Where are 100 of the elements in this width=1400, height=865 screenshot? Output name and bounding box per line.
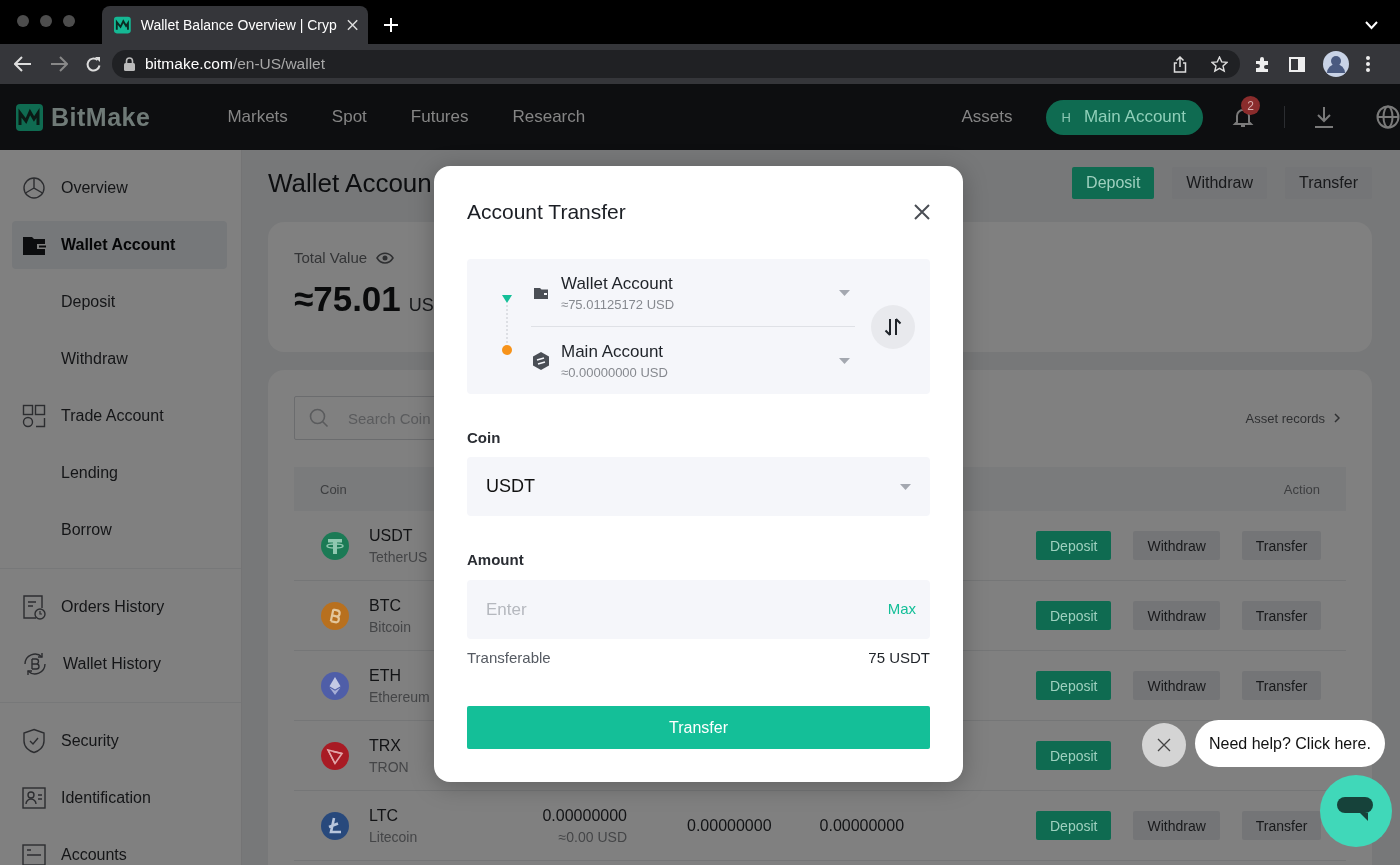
coin-name: Ethereum bbox=[369, 688, 430, 705]
sidebar-icon[interactable] bbox=[1289, 56, 1305, 72]
sidebar-item[interactable]: Orders History bbox=[12, 583, 227, 631]
share-icon[interactable] bbox=[1173, 55, 1187, 73]
tron-coin-icon bbox=[321, 741, 349, 770]
nav-link[interactable]: Markets bbox=[227, 107, 288, 127]
window-minimize-dot[interactable] bbox=[40, 15, 52, 27]
transfer-button[interactable]: Transfer bbox=[467, 706, 930, 749]
coin-symbol: ETH bbox=[369, 666, 402, 685]
shapes-icon bbox=[22, 404, 46, 428]
action-button[interactable]: Transfer bbox=[1241, 671, 1322, 700]
coin-symbol: BTC bbox=[369, 596, 402, 615]
notification-badge: 2 bbox=[1241, 96, 1260, 115]
coin-symbol: TRX bbox=[369, 736, 402, 755]
help-tooltip[interactable]: Need help? Click here. bbox=[1195, 720, 1385, 767]
deposit-button[interactable]: Deposit bbox=[1036, 601, 1112, 630]
lock-icon bbox=[124, 57, 135, 71]
globe-icon[interactable] bbox=[1376, 105, 1400, 129]
profile-avatar[interactable] bbox=[1323, 51, 1349, 77]
tether-coin-icon bbox=[321, 531, 349, 560]
extensions-icon[interactable] bbox=[1254, 55, 1271, 73]
coin-select[interactable]: USDT bbox=[467, 457, 930, 516]
transferable-label: Transferable bbox=[467, 648, 551, 668]
sidebar-item[interactable]: Deposit bbox=[12, 278, 227, 326]
coin-name: Litecoin bbox=[369, 828, 418, 845]
action-button[interactable]: Withdraw bbox=[1133, 601, 1220, 630]
site-favicon bbox=[114, 16, 131, 34]
shield-icon bbox=[22, 728, 46, 754]
sidebar-item[interactable]: Accounts bbox=[12, 831, 227, 865]
total-value-label: Total Value bbox=[294, 249, 368, 266]
field-label: Coin bbox=[467, 428, 502, 448]
window-close-dot[interactable] bbox=[17, 15, 29, 27]
deposit-button[interactable]: Deposit bbox=[1036, 531, 1112, 560]
coin-name: Bitcoin bbox=[369, 618, 412, 635]
nav-link[interactable]: Spot bbox=[331, 107, 367, 127]
coin-cycle-icon bbox=[22, 651, 48, 677]
search-icon bbox=[309, 408, 329, 428]
reload-icon[interactable] bbox=[85, 55, 102, 73]
pie-chart-icon bbox=[22, 176, 46, 200]
back-icon[interactable] bbox=[14, 56, 32, 72]
close-icon bbox=[1157, 738, 1171, 752]
coin-symbol: LTC bbox=[369, 806, 400, 825]
bitcoin-coin-icon bbox=[321, 601, 349, 630]
new-tab-icon[interactable] bbox=[383, 17, 399, 33]
logo-text[interactable]: BitMake bbox=[51, 102, 151, 132]
nav-link[interactable]: Assets bbox=[961, 107, 1013, 127]
to-account-select[interactable]: Main Account ≈0.00000000 USD bbox=[531, 327, 855, 394]
forward-icon[interactable] bbox=[50, 56, 68, 72]
list-card-icon bbox=[22, 844, 46, 865]
total-value: ≈75.01 bbox=[294, 279, 401, 319]
action-button[interactable]: Transfer bbox=[1241, 811, 1322, 840]
ethereum-coin-icon bbox=[321, 671, 349, 700]
nav-link[interactable]: Research bbox=[512, 107, 586, 127]
menu-icon[interactable] bbox=[1366, 56, 1370, 72]
deposit-button[interactable]: Deposit bbox=[1036, 671, 1112, 700]
logo-icon[interactable] bbox=[16, 103, 43, 131]
route-marker-icon bbox=[502, 295, 512, 355]
sidebar-item[interactable]: Trade Account bbox=[12, 392, 227, 440]
sidebar-item[interactable]: Lending bbox=[12, 449, 227, 497]
id-card-icon bbox=[22, 787, 46, 809]
close-icon[interactable] bbox=[914, 204, 930, 220]
sidebar-item[interactable]: Withdraw bbox=[12, 335, 227, 383]
field-label: Amount bbox=[467, 550, 525, 570]
deposit-button[interactable]: Deposit bbox=[1072, 167, 1155, 199]
action-button[interactable]: Transfer bbox=[1241, 531, 1322, 560]
column-header: Action bbox=[1283, 481, 1320, 497]
window-zoom-dot[interactable] bbox=[63, 15, 75, 27]
eye-icon[interactable] bbox=[376, 251, 395, 264]
sidebar-item[interactable]: Security bbox=[12, 717, 227, 765]
action-button[interactable]: Withdraw bbox=[1133, 671, 1220, 700]
sidebar-item[interactable]: Overview bbox=[12, 164, 227, 212]
transferable-value: 75 USDT bbox=[868, 648, 930, 668]
sidebar-item[interactable]: Borrow bbox=[12, 506, 227, 554]
page-title: Wallet Accoun bbox=[268, 167, 433, 199]
sidebar-item[interactable]: Wallet Account bbox=[12, 221, 227, 269]
nav-link[interactable]: Futures bbox=[410, 107, 469, 127]
sidebar-item[interactable]: Wallet History bbox=[12, 640, 227, 688]
coin-name: TetherUS bbox=[369, 548, 428, 565]
asset-records-link[interactable]: Asset records bbox=[1245, 410, 1325, 426]
currency-unit: US bbox=[408, 295, 434, 316]
table-cell: 0.00000000 bbox=[819, 816, 905, 835]
star-icon[interactable] bbox=[1211, 55, 1228, 73]
chevron-down-icon[interactable] bbox=[1365, 21, 1378, 30]
action-button[interactable]: Withdraw bbox=[1133, 811, 1220, 840]
deposit-button[interactable]: Deposit bbox=[1036, 741, 1112, 770]
account-button[interactable]: H Main Account bbox=[1045, 99, 1203, 135]
table-cell: 0.00000000 bbox=[687, 816, 772, 835]
action-button[interactable]: Transfer bbox=[1241, 601, 1322, 630]
action-button[interactable]: Withdraw bbox=[1133, 531, 1220, 560]
table-cell-text: 0.00000000 bbox=[541, 806, 627, 825]
sidebar-item[interactable]: Identification bbox=[12, 774, 227, 822]
coin-symbol: USDT bbox=[369, 526, 414, 545]
document-clock-icon bbox=[22, 594, 46, 620]
download-icon[interactable] bbox=[1314, 106, 1334, 128]
browser-tab[interactable]: Wallet Balance Overview | Cryp bbox=[102, 6, 368, 44]
tab-title: Wallet Balance Overview | Cryp bbox=[140, 17, 337, 33]
deposit-button[interactable]: Deposit bbox=[1036, 811, 1112, 840]
coin-name: TRON bbox=[369, 758, 409, 775]
from-account-select[interactable]: Wallet Account ≈75.01125172 USD bbox=[531, 259, 855, 327]
chevron-right-icon[interactable] bbox=[1334, 413, 1340, 423]
